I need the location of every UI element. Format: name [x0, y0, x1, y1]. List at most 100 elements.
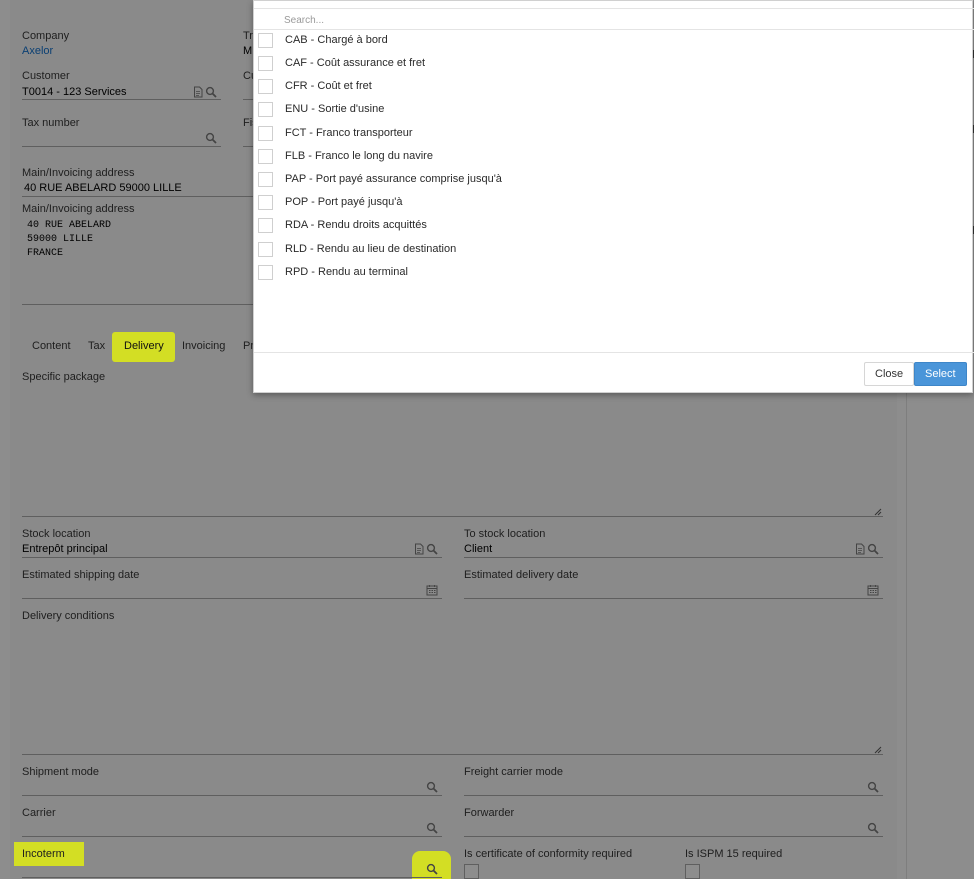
search-icon[interactable]	[426, 781, 438, 793]
list-item-label: CAB - Chargé à bord	[285, 34, 388, 46]
list-item[interactable]: RDA - Rendu droits acquittés	[254, 214, 974, 237]
tab-delivery[interactable]: Delivery	[124, 340, 164, 352]
list-item-label: RPD - Rendu au terminal	[285, 266, 408, 278]
list-item[interactable]: RPD - Rendu au terminal	[254, 261, 974, 284]
list-item-label: PAP - Port payé assurance comprise jusqu…	[285, 173, 502, 185]
address-line-3: FRANCE	[27, 248, 64, 259]
certificate-of-conformity-label: Is certificate of conformity required	[464, 848, 633, 860]
carrier-underline[interactable]	[22, 836, 442, 837]
stock-location-value[interactable]: Entrepôt principal	[22, 543, 108, 555]
estimated-delivery-date-label: Estimated delivery date	[464, 569, 579, 581]
incoterm-underline[interactable]	[22, 877, 442, 878]
search-icon[interactable]	[867, 781, 879, 793]
company-label: Company	[22, 30, 70, 42]
search-icon[interactable]	[426, 822, 438, 834]
contact-field-underline	[243, 99, 253, 100]
row-checkbox[interactable]	[258, 172, 273, 187]
forwarder-underline[interactable]	[464, 836, 883, 837]
company-link[interactable]: Axelor	[22, 45, 53, 57]
address-line-1: 40 RUE ABELARD	[27, 220, 112, 231]
customer-value[interactable]: T0014 - 123 Services	[22, 86, 127, 98]
list-item[interactable]: FLB - Franco le long du navire	[254, 145, 974, 168]
list-item[interactable]: RLD - Rendu au lieu de destination	[254, 238, 974, 261]
document-icon[interactable]	[413, 543, 425, 555]
document-icon[interactable]	[192, 86, 204, 98]
main-address-text-label: Main/Invoicing address	[22, 203, 135, 215]
incoterm-label: Incoterm	[22, 848, 65, 860]
estimated-delivery-date-underline[interactable]	[464, 598, 883, 599]
delivery-conditions-textarea[interactable]	[22, 624, 883, 755]
list-item-label: FLB - Franco le long du navire	[285, 150, 433, 162]
calendar-icon[interactable]	[867, 584, 879, 596]
search-icon[interactable]	[205, 86, 217, 98]
search-icon[interactable]	[426, 863, 438, 875]
dialog-search-input[interactable]	[284, 12, 884, 28]
calendar-icon[interactable]	[426, 584, 438, 596]
tax-number-underline	[22, 146, 221, 147]
resize-handle-icon[interactable]	[874, 507, 882, 516]
resize-handle-icon[interactable]	[874, 745, 882, 754]
customer-field-underline	[22, 99, 221, 100]
list-item-label: RDA - Rendu droits acquittés	[285, 219, 427, 231]
search-icon[interactable]	[205, 132, 217, 144]
tab-tax[interactable]: Tax	[88, 340, 105, 352]
stock-location-underline	[22, 557, 442, 558]
search-icon[interactable]	[867, 543, 879, 555]
to-stock-location-label: To stock location	[464, 528, 546, 540]
document-icon[interactable]	[854, 543, 866, 555]
list-item-label: POP - Port payé jusqu'à	[285, 196, 403, 208]
list-item[interactable]: CFR - Coût et fret	[254, 75, 974, 98]
row-checkbox[interactable]	[258, 195, 273, 210]
forwarder-label: Forwarder	[464, 807, 515, 819]
list-item[interactable]: FCT - Franco transporteur	[254, 122, 974, 145]
list-item-label: ENU - Sortie d'usine	[285, 103, 385, 115]
freight-carrier-mode-underline[interactable]	[464, 795, 883, 796]
trading-name-value: M	[243, 45, 253, 57]
list-item[interactable]: POP - Port payé jusqu'à	[254, 191, 974, 214]
main-address-value[interactable]: 40 RUE ABELARD 59000 LILLE	[24, 182, 182, 194]
list-item[interactable]: ENU - Sortie d'usine	[254, 98, 974, 121]
address-line-2: 59000 LILLE	[27, 234, 94, 245]
carrier-label: Carrier	[22, 807, 56, 819]
row-checkbox[interactable]	[258, 126, 273, 141]
freight-carrier-mode-label: Freight carrier mode	[464, 766, 564, 778]
address-textarea-underline	[22, 304, 253, 305]
list-item-label: CAF - Coût assurance et fret	[285, 57, 425, 69]
specific-package-textarea[interactable]	[22, 385, 883, 517]
incoterm-selection-dialog: CAB - Chargé à bord CAF - Coût assurance…	[253, 0, 974, 394]
row-checkbox[interactable]	[258, 33, 273, 48]
dialog-search-bar	[254, 8, 974, 30]
customer-label: Customer	[22, 70, 70, 82]
search-icon[interactable]	[867, 822, 879, 834]
row-checkbox[interactable]	[258, 218, 273, 233]
to-stock-location-value[interactable]: Client	[464, 543, 492, 555]
tab-content[interactable]: Content	[32, 340, 71, 352]
select-button[interactable]: Select	[914, 362, 967, 386]
delivery-conditions-label: Delivery conditions	[22, 610, 115, 622]
row-checkbox[interactable]	[258, 265, 273, 280]
list-item-label: RLD - Rendu au lieu de destination	[285, 243, 457, 255]
estimated-shipping-date-underline[interactable]	[22, 598, 442, 599]
main-address-label: Main/Invoicing address	[22, 167, 135, 179]
row-checkbox[interactable]	[258, 79, 273, 94]
row-checkbox[interactable]	[258, 102, 273, 117]
row-checkbox[interactable]	[258, 56, 273, 71]
shipment-mode-label: Shipment mode	[22, 766, 100, 778]
list-item[interactable]: CAB - Chargé à bord	[254, 29, 974, 52]
row-checkbox[interactable]	[258, 149, 273, 164]
ispm15-label: Is ISPM 15 required	[685, 848, 783, 860]
list-item[interactable]: PAP - Port payé assurance comprise jusqu…	[254, 168, 974, 191]
list-item[interactable]: CAF - Coût assurance et fret	[254, 52, 974, 75]
tab-invoicing[interactable]: Invoicing	[182, 340, 225, 352]
list-item-label: CFR - Coût et fret	[285, 80, 372, 92]
close-button[interactable]: Close	[864, 362, 915, 386]
shipment-mode-underline[interactable]	[22, 795, 442, 796]
stock-location-label: Stock location	[22, 528, 91, 540]
list-item-label: FCT - Franco transporteur	[285, 127, 413, 139]
row-checkbox[interactable]	[258, 242, 273, 257]
certificate-of-conformity-checkbox[interactable]	[464, 864, 479, 879]
ispm15-checkbox[interactable]	[685, 864, 700, 879]
search-icon[interactable]	[426, 543, 438, 555]
to-stock-location-underline	[464, 557, 883, 558]
dialog-footer: Close Select	[254, 352, 974, 394]
